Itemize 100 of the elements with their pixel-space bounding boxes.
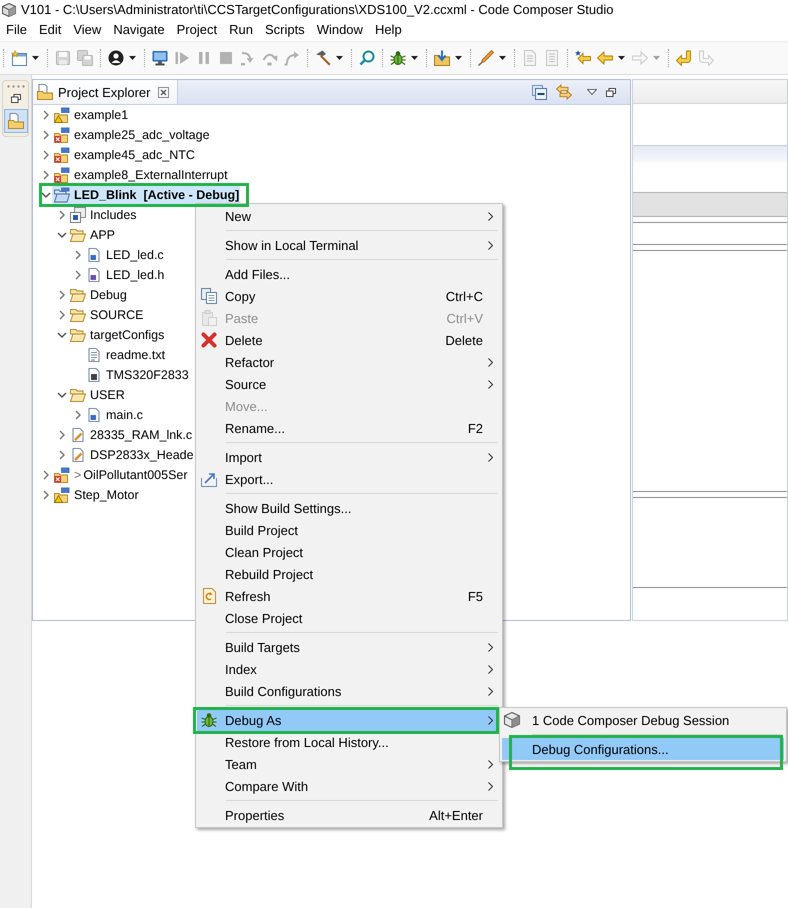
dropdown-caret-icon[interactable] xyxy=(32,56,39,60)
chevron-right-icon[interactable] xyxy=(43,110,49,120)
menu-item[interactable]: Refactor xyxy=(197,351,501,373)
chevron-right-icon[interactable] xyxy=(43,490,49,500)
chevron-right-icon[interactable] xyxy=(43,130,49,140)
collapse-all-icon[interactable] xyxy=(532,84,547,100)
menu-item[interactable]: 1 Code Composer Debug Session xyxy=(502,709,784,731)
dropdown-caret-icon[interactable] xyxy=(499,56,506,60)
menu-bar-item[interactable]: Run xyxy=(223,21,259,39)
link-arrows-icon[interactable] xyxy=(556,84,572,100)
dropdown-caret-icon[interactable] xyxy=(455,56,462,60)
chevron-right-icon[interactable] xyxy=(59,450,65,460)
tree-item[interactable]: main.c xyxy=(84,406,144,424)
tree-item[interactable]: example25_adc_voltage xyxy=(52,126,211,144)
menu-bar-item[interactable]: Scripts xyxy=(258,21,311,39)
menu-bar-item[interactable]: View xyxy=(67,21,108,39)
hammer-icon[interactable] xyxy=(315,50,331,66)
menu-item[interactable]: Close Project xyxy=(197,607,501,629)
search-icon[interactable] xyxy=(359,50,375,66)
menu-item[interactable]: Compare With xyxy=(197,775,501,797)
dropdown-caret-icon[interactable] xyxy=(336,56,343,60)
menu-bar-item[interactable]: Edit xyxy=(32,21,68,39)
tree-item[interactable]: targetConfigs xyxy=(68,326,166,344)
tree-item[interactable]: example1 xyxy=(52,106,130,124)
starred-back-arrow-icon[interactable] xyxy=(575,50,591,66)
shortcut-text: Alt+Enter xyxy=(429,808,483,822)
tree-item[interactable]: Includes xyxy=(68,206,138,224)
tree-item[interactable]: LED_led.c xyxy=(84,246,165,264)
menu-item[interactable]: Build Targets xyxy=(197,636,501,658)
folder-document-icon xyxy=(8,113,24,129)
menu-item[interactable]: Build Project xyxy=(197,519,501,541)
monitor-icon[interactable] xyxy=(152,50,168,66)
chevron-right-icon[interactable] xyxy=(75,410,81,420)
menu-item[interactable]: Rebuild Project xyxy=(197,563,501,585)
restore-icon[interactable] xyxy=(10,94,20,103)
user-icon[interactable] xyxy=(108,50,124,66)
chevron-right-icon[interactable] xyxy=(75,250,81,260)
tree-item[interactable]: SOURCE xyxy=(68,306,144,324)
chevron-right-icon[interactable] xyxy=(59,310,65,320)
back-arrow-icon[interactable] xyxy=(597,50,613,66)
menu-item[interactable]: Debug Configurations... xyxy=(502,738,784,760)
tree-item[interactable]: DSP2833x_Heade xyxy=(68,446,195,464)
close-icon[interactable] xyxy=(158,86,169,98)
menu-item[interactable]: Show Build Settings... xyxy=(197,497,501,519)
menu-bar-item[interactable]: Navigate xyxy=(107,21,171,39)
menu-item[interactable]: Export... xyxy=(197,468,501,490)
tree-item[interactable]: APP xyxy=(68,226,116,244)
chevron-down-icon[interactable] xyxy=(57,232,67,238)
menu-item[interactable]: Build Configurations xyxy=(197,680,501,702)
menu-item[interactable]: Add Files... xyxy=(197,263,501,285)
chevron-right-icon[interactable] xyxy=(75,270,81,280)
tree-item[interactable]: USER xyxy=(68,386,126,404)
new-window-icon[interactable] xyxy=(11,50,27,66)
menu-item[interactable]: Copy Ctrl+C xyxy=(197,285,501,307)
chevron-right-icon[interactable] xyxy=(43,470,49,480)
dropdown-caret-icon[interactable] xyxy=(129,56,136,60)
tree-item[interactable]: LED_Blink [Active - Debug] xyxy=(52,186,240,204)
menu-item[interactable]: Clean Project xyxy=(197,541,501,563)
import-icon[interactable] xyxy=(434,50,450,66)
dropdown-caret-icon[interactable] xyxy=(411,56,418,60)
tree-item[interactable]: example8_ExternalInterrupt xyxy=(52,166,229,184)
chevron-right-icon[interactable] xyxy=(59,430,65,440)
menu-bar-item[interactable]: File xyxy=(0,21,33,39)
chevron-down-icon[interactable] xyxy=(57,332,67,338)
bug-icon[interactable] xyxy=(390,50,406,66)
chevron-right-icon[interactable] xyxy=(59,290,65,300)
tree-item[interactable]: LED_led.h xyxy=(84,266,166,284)
menu-bar-item[interactable]: Project xyxy=(170,21,224,39)
chevron-right-icon[interactable] xyxy=(43,170,49,180)
restore-icon[interactable] xyxy=(606,88,616,96)
menu-item[interactable]: Restore from Local History... xyxy=(197,731,501,753)
chevron-right-icon[interactable] xyxy=(59,210,65,220)
curved-back-arrow-icon[interactable] xyxy=(676,50,692,66)
tree-item[interactable]: > OilPollutant005Ser xyxy=(52,466,189,484)
menu-item[interactable]: Rename... F2 xyxy=(197,417,501,439)
tree-item[interactable]: TMS320F2833 xyxy=(84,366,190,384)
tree-item[interactable]: Step_Motor xyxy=(52,486,140,504)
menu-item[interactable]: Show in Local Terminal xyxy=(197,234,501,256)
tree-item[interactable]: Debug xyxy=(68,286,128,304)
menu-bar-item[interactable]: Help xyxy=(368,21,408,39)
dropdown-caret-icon[interactable] xyxy=(618,56,625,60)
menu-bar-item[interactable]: Window xyxy=(310,21,369,39)
tree-item[interactable]: example45_adc_NTC xyxy=(52,146,196,164)
menu-item[interactable]: Source xyxy=(197,373,501,395)
pen-icon[interactable] xyxy=(478,50,494,66)
menu-item[interactable]: Index xyxy=(197,658,501,680)
chevron-right-icon[interactable] xyxy=(43,150,49,160)
tree-item[interactable]: 28335_RAM_lnk.c xyxy=(68,426,194,444)
menu-item[interactable]: Delete Delete xyxy=(197,329,501,351)
project-explorer-tab[interactable]: Project Explorer xyxy=(33,80,178,104)
chevron-down-icon[interactable] xyxy=(41,192,51,198)
menu-item[interactable]: Properties Alt+Enter xyxy=(197,804,501,826)
tree-item[interactable]: readme.txt xyxy=(84,346,166,364)
menu-item[interactable]: Import xyxy=(197,446,501,468)
view-menu-icon[interactable] xyxy=(587,89,597,95)
chevron-down-icon[interactable] xyxy=(57,392,67,398)
menu-item[interactable]: New xyxy=(197,205,501,227)
view-button[interactable] xyxy=(4,109,28,133)
menu-item[interactable]: Team xyxy=(197,753,501,775)
menu-item[interactable]: Refresh F5 xyxy=(197,585,501,607)
